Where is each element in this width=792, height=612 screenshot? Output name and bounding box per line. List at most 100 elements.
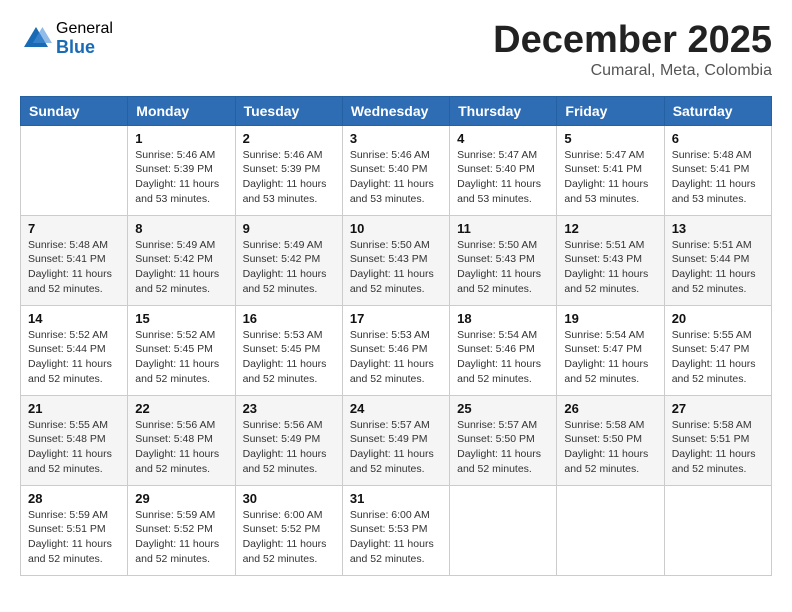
calendar-cell: 9Sunrise: 5:49 AM Sunset: 5:42 PM Daylig… (235, 215, 342, 305)
day-number: 17 (350, 311, 442, 326)
calendar-cell (450, 485, 557, 575)
calendar-cell: 17 Sunrise: 5:53 AM Sunset: 5:46 PM Dayli… (342, 305, 449, 395)
day-number: 22 (135, 401, 227, 416)
calendar-header-thursday: Thursday (450, 96, 557, 125)
day-number: 18 (457, 311, 549, 326)
day-number: 14 (28, 311, 120, 326)
calendar-cell: 20Sunrise: 5:55 AM Sunset: 5:47 PM Dayli… (664, 305, 771, 395)
calendar-cell: 26 Sunrise: 5:58 AM Sunset: 5:50 PM Dayli… (557, 395, 664, 485)
day-number: 13 (672, 221, 764, 236)
day-number: 5 (564, 131, 656, 146)
day-info: Sunrise: 5:47 AM Sunset: 5:41 PM Dayligh… (564, 148, 656, 207)
logo: General Blue (20, 20, 113, 57)
day-number: 31 (350, 491, 442, 506)
day-info: Sunrise: 5:48 AM Sunset: 5:41 PM Dayligh… (28, 238, 120, 297)
calendar-cell (557, 485, 664, 575)
day-info: Sunrise: 5:53 AM Sunset: 5:46 PM Dayligh… (350, 328, 442, 387)
day-number: 8 (135, 221, 227, 236)
day-info: Sunrise: 5:50 AM Sunset: 5:43 PM Dayligh… (457, 238, 549, 297)
calendar-cell: 18 Sunrise: 5:54 AM Sunset: 5:46 PM Dayli… (450, 305, 557, 395)
location-subtitle: Cumaral, Meta, Colombia (493, 62, 772, 80)
day-info: Sunrise: 5:47 AM Sunset: 5:40 PM Dayligh… (457, 148, 549, 207)
calendar-cell: 19Sunrise: 5:54 AM Sunset: 5:47 PM Dayli… (557, 305, 664, 395)
calendar-cell: 25 Sunrise: 5:57 AM Sunset: 5:50 PM Dayli… (450, 395, 557, 485)
day-info: Sunrise: 5:59 AM Sunset: 5:52 PM Dayligh… (135, 508, 227, 567)
calendar-week-row: 14Sunrise: 5:52 AM Sunset: 5:44 PM Dayli… (21, 305, 772, 395)
day-number: 30 (243, 491, 335, 506)
day-number: 27 (672, 401, 764, 416)
day-info: Sunrise: 5:54 AM Sunset: 5:46 PM Dayligh… (457, 328, 549, 387)
title-section: December 2025 Cumaral, Meta, Colombia (493, 20, 772, 80)
calendar-cell: 31 Sunrise: 6:00 AM Sunset: 5:53 PM Dayli… (342, 485, 449, 575)
calendar-cell: 27 Sunrise: 5:58 AM Sunset: 5:51 PM Dayli… (664, 395, 771, 485)
calendar-cell: 6Sunrise: 5:48 AM Sunset: 5:41 PM Daylig… (664, 125, 771, 215)
day-number: 2 (243, 131, 335, 146)
calendar-cell: 12 Sunrise: 5:51 AM Sunset: 5:43 PM Dayli… (557, 215, 664, 305)
calendar-cell: 2 Sunrise: 5:46 AM Sunset: 5:39 PM Daylig… (235, 125, 342, 215)
day-info: Sunrise: 5:46 AM Sunset: 5:39 PM Dayligh… (243, 148, 335, 207)
calendar-cell: 4 Sunrise: 5:47 AM Sunset: 5:40 PM Daylig… (450, 125, 557, 215)
calendar-cell: 1Sunrise: 5:46 AM Sunset: 5:39 PM Daylig… (128, 125, 235, 215)
calendar-cell: 3 Sunrise: 5:46 AM Sunset: 5:40 PM Daylig… (342, 125, 449, 215)
day-number: 9 (243, 221, 335, 236)
calendar-header-friday: Friday (557, 96, 664, 125)
day-number: 23 (243, 401, 335, 416)
calendar-cell: 22 Sunrise: 5:56 AM Sunset: 5:48 PM Dayli… (128, 395, 235, 485)
day-info: Sunrise: 5:49 AM Sunset: 5:42 PM Dayligh… (135, 238, 227, 297)
calendar-cell: 21Sunrise: 5:55 AM Sunset: 5:48 PM Dayli… (21, 395, 128, 485)
day-info: Sunrise: 5:56 AM Sunset: 5:48 PM Dayligh… (135, 418, 227, 477)
day-info: Sunrise: 5:52 AM Sunset: 5:45 PM Dayligh… (135, 328, 227, 387)
logo-general: General (56, 20, 113, 38)
day-number: 28 (28, 491, 120, 506)
day-info: Sunrise: 5:53 AM Sunset: 5:45 PM Dayligh… (243, 328, 335, 387)
calendar-week-row: 28 Sunrise: 5:59 AM Sunset: 5:51 PM Dayli… (21, 485, 772, 575)
day-info: Sunrise: 5:48 AM Sunset: 5:41 PM Dayligh… (672, 148, 764, 207)
calendar-cell (664, 485, 771, 575)
logo-text: General Blue (56, 20, 113, 57)
day-info: Sunrise: 5:54 AM Sunset: 5:47 PM Dayligh… (564, 328, 656, 387)
day-info: Sunrise: 6:00 AM Sunset: 5:52 PM Dayligh… (243, 508, 335, 567)
logo-blue: Blue (56, 38, 113, 58)
day-info: Sunrise: 5:59 AM Sunset: 5:51 PM Dayligh… (28, 508, 120, 567)
day-info: Sunrise: 5:56 AM Sunset: 5:49 PM Dayligh… (243, 418, 335, 477)
day-info: Sunrise: 5:55 AM Sunset: 5:47 PM Dayligh… (672, 328, 764, 387)
calendar-cell: 7 Sunrise: 5:48 AM Sunset: 5:41 PM Daylig… (21, 215, 128, 305)
calendar-cell: 16Sunrise: 5:53 AM Sunset: 5:45 PM Dayli… (235, 305, 342, 395)
day-info: Sunrise: 5:51 AM Sunset: 5:43 PM Dayligh… (564, 238, 656, 297)
day-number: 29 (135, 491, 227, 506)
calendar-cell: 8 Sunrise: 5:49 AM Sunset: 5:42 PM Daylig… (128, 215, 235, 305)
day-info: Sunrise: 5:51 AM Sunset: 5:44 PM Dayligh… (672, 238, 764, 297)
day-number: 10 (350, 221, 442, 236)
day-number: 25 (457, 401, 549, 416)
day-number: 12 (564, 221, 656, 236)
day-number: 4 (457, 131, 549, 146)
calendar-week-row: 7 Sunrise: 5:48 AM Sunset: 5:41 PM Daylig… (21, 215, 772, 305)
day-number: 7 (28, 221, 120, 236)
calendar-cell: 15Sunrise: 5:52 AM Sunset: 5:45 PM Dayli… (128, 305, 235, 395)
calendar: SundayMondayTuesdayWednesdayThursdayFrid… (20, 96, 772, 576)
day-info: Sunrise: 5:58 AM Sunset: 5:51 PM Dayligh… (672, 418, 764, 477)
day-number: 11 (457, 221, 549, 236)
calendar-header-saturday: Saturday (664, 96, 771, 125)
day-info: Sunrise: 5:58 AM Sunset: 5:50 PM Dayligh… (564, 418, 656, 477)
day-info: Sunrise: 5:57 AM Sunset: 5:49 PM Dayligh… (350, 418, 442, 477)
day-info: Sunrise: 6:00 AM Sunset: 5:53 PM Dayligh… (350, 508, 442, 567)
calendar-cell: 10Sunrise: 5:50 AM Sunset: 5:43 PM Dayli… (342, 215, 449, 305)
calendar-cell: 11 Sunrise: 5:50 AM Sunset: 5:43 PM Dayli… (450, 215, 557, 305)
calendar-cell: 24Sunrise: 5:57 AM Sunset: 5:49 PM Dayli… (342, 395, 449, 485)
day-number: 3 (350, 131, 442, 146)
day-number: 21 (28, 401, 120, 416)
day-info: Sunrise: 5:46 AM Sunset: 5:40 PM Dayligh… (350, 148, 442, 207)
calendar-header-monday: Monday (128, 96, 235, 125)
calendar-header-row: SundayMondayTuesdayWednesdayThursdayFrid… (21, 96, 772, 125)
calendar-week-row: 21Sunrise: 5:55 AM Sunset: 5:48 PM Dayli… (21, 395, 772, 485)
day-info: Sunrise: 5:57 AM Sunset: 5:50 PM Dayligh… (457, 418, 549, 477)
calendar-cell: 30 Sunrise: 6:00 AM Sunset: 5:52 PM Dayli… (235, 485, 342, 575)
calendar-cell: 5 Sunrise: 5:47 AM Sunset: 5:41 PM Daylig… (557, 125, 664, 215)
page-header: General Blue December 2025 Cumaral, Meta… (20, 20, 772, 80)
calendar-cell: 13 Sunrise: 5:51 AM Sunset: 5:44 PM Dayli… (664, 215, 771, 305)
logo-icon (20, 23, 52, 55)
day-info: Sunrise: 5:46 AM Sunset: 5:39 PM Dayligh… (135, 148, 227, 207)
day-number: 26 (564, 401, 656, 416)
calendar-week-row: 1Sunrise: 5:46 AM Sunset: 5:39 PM Daylig… (21, 125, 772, 215)
